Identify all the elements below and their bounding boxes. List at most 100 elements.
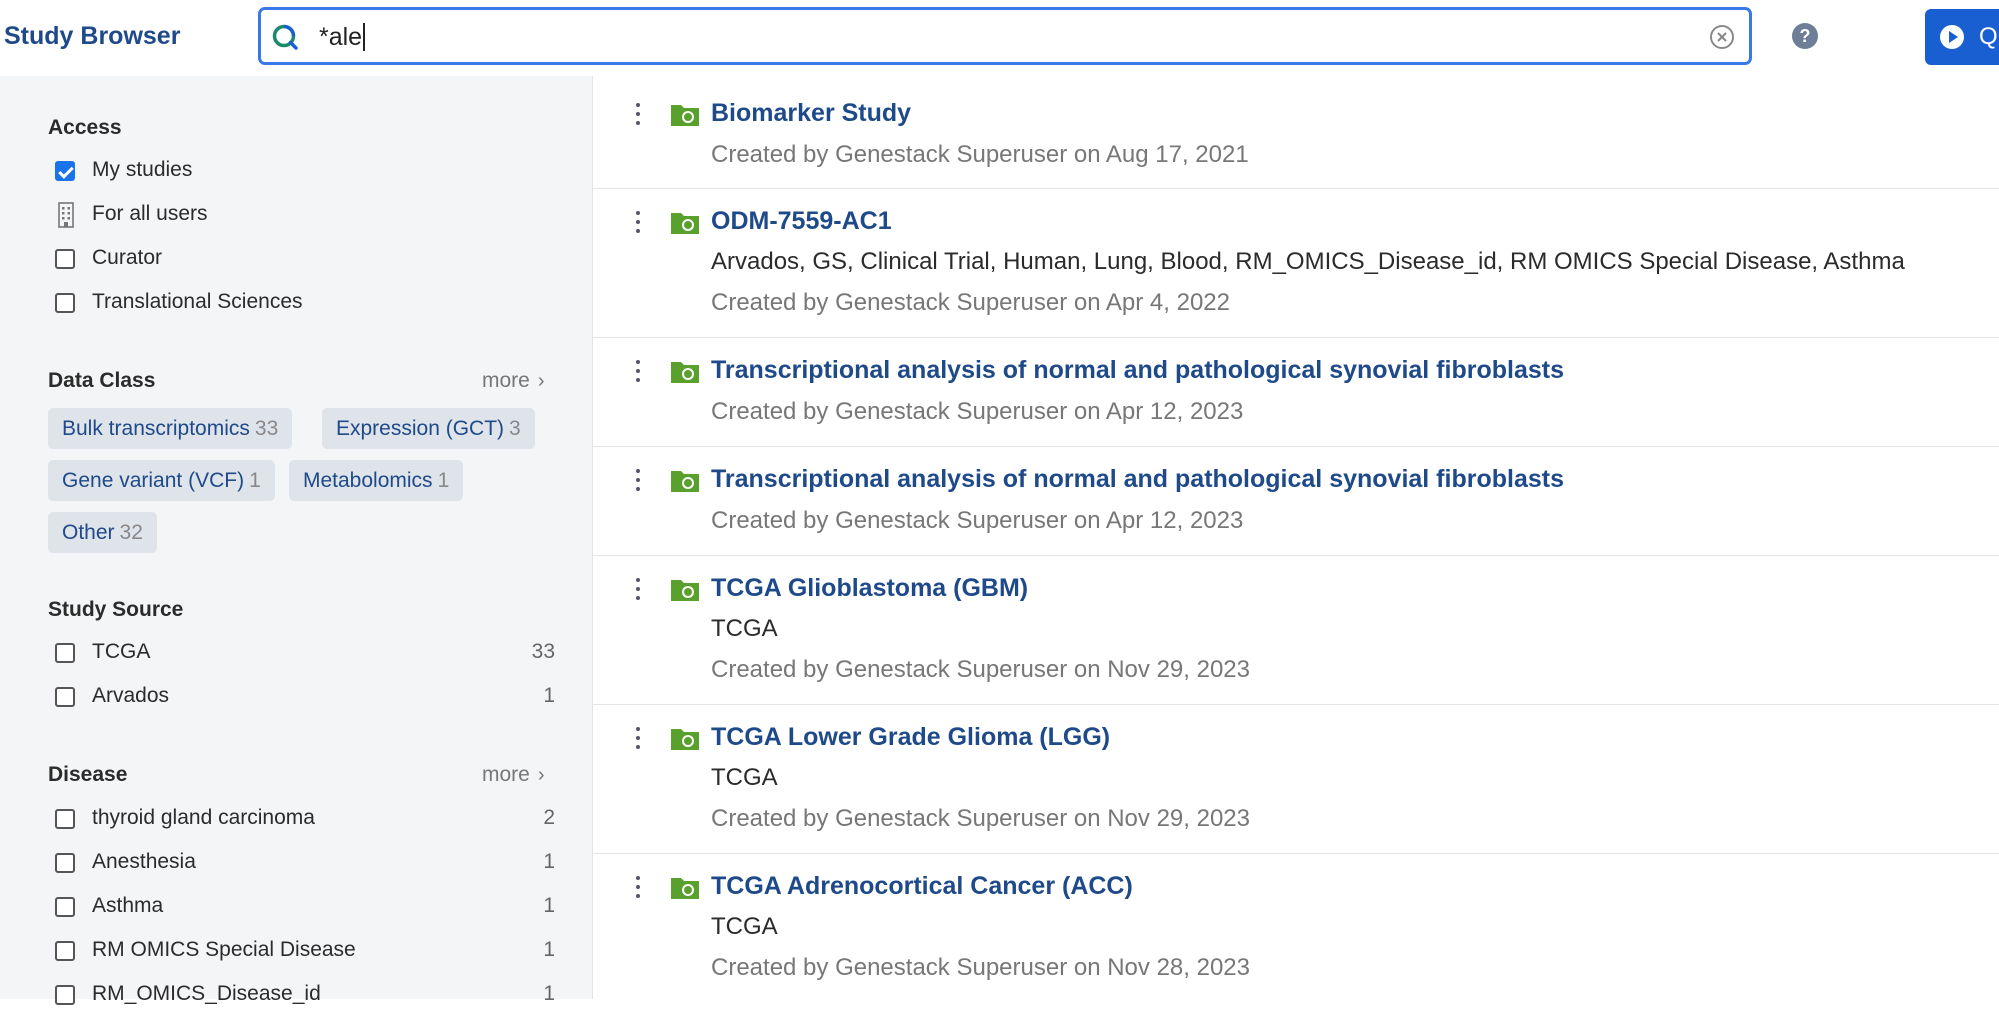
chevron-right-icon: › — [537, 764, 545, 786]
run-query-label: Q — [1979, 23, 1998, 50]
study-row[interactable]: ODM-7559-AC1 Arvados, GS, Clinical Trial… — [593, 189, 1999, 338]
disease-more-link[interactable]: more › — [482, 763, 545, 787]
data-class-chip[interactable]: Bulk transcriptomics 33 — [48, 408, 293, 449]
checkbox-label: thyroid gland carcinoma — [92, 806, 315, 829]
more-actions-icon[interactable] — [635, 360, 641, 386]
study-folder-icon — [671, 362, 699, 383]
study-title-link[interactable]: Biomarker Study — [711, 99, 911, 128]
chip-count: 1 — [437, 469, 450, 492]
study-title-link[interactable]: Transcriptional analysis of normal and p… — [711, 465, 1564, 494]
checkbox[interactable] — [55, 643, 75, 663]
chip-count: 33 — [254, 417, 279, 440]
more-actions-icon[interactable] — [635, 211, 641, 237]
disease-item[interactable]: RM OMICS Special Disease 1 — [55, 938, 555, 968]
facet-count: 1 — [543, 938, 555, 961]
data-class-chip[interactable]: Other 32 — [48, 512, 157, 553]
more-actions-icon[interactable] — [635, 103, 641, 129]
disease-item[interactable]: Anesthesia 1 — [55, 850, 555, 880]
search-field[interactable]: *ale — [258, 7, 1752, 65]
search-input[interactable]: *ale — [319, 23, 366, 51]
clear-search-icon[interactable] — [1709, 24, 1735, 50]
checkbox[interactable] — [55, 161, 75, 181]
access-curator[interactable]: Curator — [55, 246, 555, 276]
data-class-chip[interactable]: Expression (GCT) 3 — [322, 408, 535, 449]
study-created-info: Created by Genestack Superuser on Apr 4,… — [711, 289, 1230, 316]
checkbox[interactable] — [55, 809, 75, 829]
run-query-button[interactable]: Q — [1925, 9, 1999, 65]
study-title-link[interactable]: TCGA Lower Grade Glioma (LGG) — [711, 723, 1110, 752]
study-row[interactable]: Transcriptional analysis of normal and p… — [593, 338, 1999, 447]
study-title-link[interactable]: TCGA Adrenocortical Cancer (ACC) — [711, 872, 1133, 901]
checkbox[interactable] — [55, 897, 75, 917]
chevron-right-icon: › — [537, 370, 545, 392]
more-actions-icon[interactable] — [635, 469, 641, 495]
facet-count: 1 — [543, 684, 555, 707]
chip-label: Gene variant (VCF) — [62, 469, 245, 492]
disease-section-title: Disease — [48, 763, 128, 786]
study-title-link[interactable]: ODM-7559-AC1 — [711, 207, 892, 236]
svg-text:?: ? — [1800, 26, 1811, 46]
building-icon — [58, 202, 74, 228]
checkbox[interactable] — [55, 293, 75, 313]
app-title[interactable]: Study Browser — [4, 22, 180, 51]
disease-item[interactable]: thyroid gland carcinoma 2 — [55, 806, 555, 836]
study-created-info: Created by Genestack Superuser on Apr 12… — [711, 398, 1244, 425]
checkbox-label: RM OMICS Special Disease — [92, 938, 356, 961]
filter-sidebar: Access My studies For all users Curator … — [0, 76, 593, 1005]
study-title-link[interactable]: Transcriptional analysis of normal and p… — [711, 356, 1564, 385]
disease-item[interactable]: Asthma 1 — [55, 894, 555, 924]
study-title-link[interactable]: TCGA Glioblastoma (GBM) — [711, 574, 1028, 603]
chip-count: 1 — [249, 469, 261, 492]
study-folder-icon — [671, 213, 699, 234]
chip-count: 32 — [119, 521, 143, 544]
study-row[interactable]: TCGA Adrenocortical Cancer (ACC) TCGA Cr… — [593, 854, 1999, 999]
checkbox-label: My studies — [92, 158, 193, 181]
facet-count: 33 — [531, 640, 555, 663]
checkbox[interactable] — [55, 985, 75, 1005]
facet-count: 1 — [543, 850, 555, 873]
chip-label: Expression (GCT) — [336, 417, 505, 440]
study-row[interactable]: Biomarker Study Created by Genestack Sup… — [593, 76, 1999, 189]
access-translational-sciences[interactable]: Translational Sciences — [55, 290, 555, 320]
study-tags: TCGA — [711, 764, 778, 791]
checkbox[interactable] — [55, 941, 75, 961]
study-created-info: Created by Genestack Superuser on Nov 29… — [711, 805, 1250, 832]
disease-item[interactable]: RM_OMICS_Disease_id 1 — [55, 982, 555, 1012]
study-source-tcga[interactable]: TCGA 33 — [55, 640, 555, 670]
chip-count: 3 — [509, 417, 521, 440]
data-class-more-link[interactable]: more › — [482, 369, 545, 393]
study-row[interactable]: TCGA Glioblastoma (GBM) TCGA Created by … — [593, 556, 1999, 705]
access-my-studies[interactable]: My studies — [55, 158, 555, 188]
checkbox-label: Anesthesia — [92, 850, 196, 873]
checkbox[interactable] — [55, 853, 75, 873]
help-icon[interactable]: ? — [1791, 22, 1819, 50]
study-row[interactable]: Transcriptional analysis of normal and p… — [593, 447, 1999, 556]
chip-label: Other — [62, 521, 115, 544]
more-actions-icon[interactable] — [635, 727, 641, 753]
data-class-section-title: Data Class — [48, 369, 156, 392]
access-for-all-users[interactable]: For all users — [55, 202, 555, 232]
more-actions-icon[interactable] — [635, 876, 641, 902]
study-tags: TCGA — [711, 615, 778, 642]
study-source-arvados[interactable]: Arvados 1 — [55, 684, 555, 714]
study-folder-icon — [671, 729, 699, 750]
study-folder-icon — [671, 105, 699, 126]
chip-label: Metabolomics — [303, 469, 433, 492]
data-class-chip[interactable]: Metabolomics 1 — [289, 460, 464, 501]
checkbox-label: Translational Sciences — [92, 290, 303, 313]
play-icon — [1940, 25, 1964, 49]
search-logo-icon — [272, 24, 298, 50]
chip-label: Bulk transcriptomics — [62, 417, 250, 440]
study-created-info: Created by Genestack Superuser on Apr 12… — [711, 507, 1244, 534]
checkbox[interactable] — [55, 687, 75, 707]
for-all-users-label: For all users — [92, 202, 208, 225]
study-row[interactable]: TCGA Lower Grade Glioma (LGG) TCGA Creat… — [593, 705, 1999, 854]
study-folder-icon — [671, 580, 699, 601]
checkbox[interactable] — [55, 249, 75, 269]
data-class-chip[interactable]: Gene variant (VCF) 1 — [48, 460, 275, 501]
study-created-info: Created by Genestack Superuser on Aug 17… — [711, 141, 1249, 168]
study-tags: TCGA — [711, 913, 778, 940]
checkbox-label: Curator — [92, 246, 163, 269]
more-actions-icon[interactable] — [635, 578, 641, 604]
study-results-list: Biomarker Study Created by Genestack Sup… — [593, 76, 1999, 999]
